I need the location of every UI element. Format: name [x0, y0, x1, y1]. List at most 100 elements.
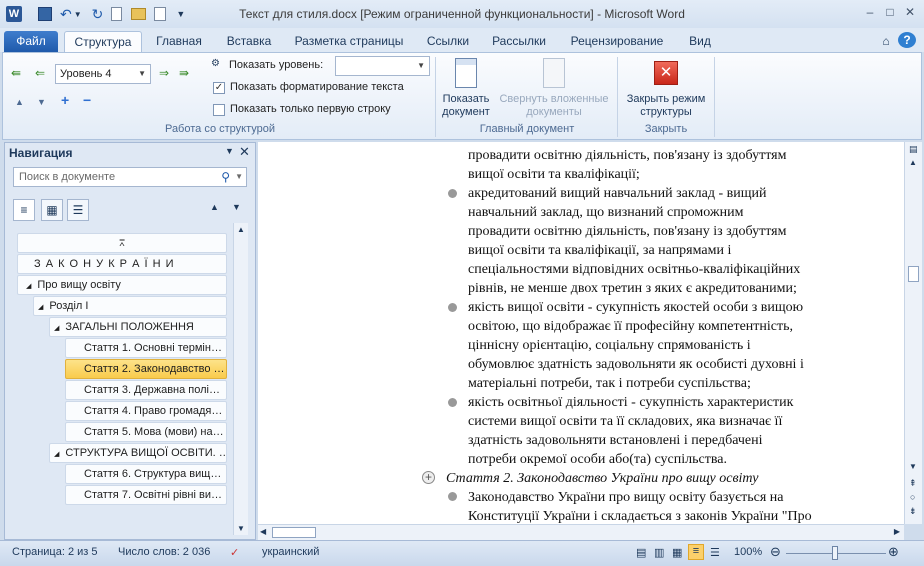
show-level-label: Показать уровень:	[229, 59, 324, 71]
scroll-up-icon[interactable]: ▲	[237, 225, 245, 234]
outline-bullet-icon[interactable]	[448, 189, 457, 198]
close-pane-icon[interactable]: ✕	[239, 144, 250, 160]
results-view-tab-icon[interactable]: ☰	[67, 199, 89, 221]
tab-review[interactable]: Рецензирование	[564, 31, 670, 52]
document-horizontal-scrollbar[interactable]: ◀ ▶	[258, 524, 904, 540]
outline-bullet-icon[interactable]	[448, 303, 457, 312]
text-line: акредитований вищий навчальний заклад - …	[468, 186, 767, 201]
full-screen-reading-view-icon[interactable]: ▥	[654, 546, 664, 559]
draft-view-icon[interactable]: ☰	[710, 546, 720, 559]
text-line: потреби окремої особи або(та) суспільств…	[468, 452, 727, 467]
heading-item[interactable]: ◢ ЗАГАЛЬНІ ПОЛОЖЕННЯ	[49, 317, 227, 337]
tab-home[interactable]: Главная	[150, 31, 208, 52]
move-up-icon[interactable]: ▲	[15, 96, 24, 108]
print-layout-view-icon[interactable]: ▤	[636, 546, 646, 559]
expand-icon[interactable]: +	[61, 93, 69, 107]
text-line: здатність задовольняти встановлені і пер…	[468, 433, 763, 448]
window-title: Текст для стиля.docx [Режим ограниченной…	[239, 7, 685, 21]
scroll-to-top-item[interactable]: ⩞	[17, 233, 227, 253]
tab-page-layout[interactable]: Разметка страницы	[290, 31, 408, 52]
outline-bullet-icon[interactable]	[448, 398, 457, 407]
heading-item[interactable]: Стаття 7. Освітні рівні ви…	[65, 485, 227, 505]
pane-options-icon[interactable]: ▼	[225, 146, 234, 156]
zoom-out-icon[interactable]: ⊖	[770, 544, 781, 560]
collapse-icon[interactable]: −	[83, 93, 91, 107]
move-down-icon[interactable]: ▼	[37, 96, 46, 108]
scroll-down-icon[interactable]: ▼	[237, 524, 245, 533]
show-document-button[interactable]: Показать документ	[439, 55, 493, 121]
text-line: якість освітньої діяльності - сукупність…	[468, 395, 794, 410]
horizontal-scroll-thumb[interactable]	[272, 527, 316, 538]
show-formatting-checkbox[interactable]: ✓	[213, 82, 225, 94]
scroll-thumb[interactable]	[908, 266, 919, 282]
scroll-up-icon[interactable]: ▲	[909, 158, 917, 167]
heading-item-selected[interactable]: Стаття 2. Законодавство …	[65, 359, 227, 379]
text-line: рівнів, не менше двох третин з яких є ак…	[468, 281, 797, 296]
promote-to-heading1-icon[interactable]: ⇚	[11, 67, 21, 79]
headings-view-tab-icon[interactable]: ≡	[13, 199, 35, 221]
expand-triangle-icon[interactable]: ◢	[54, 325, 59, 332]
promote-icon[interactable]: ⇐	[35, 67, 45, 79]
expand-triangle-icon[interactable]: ◢	[38, 304, 43, 311]
scroll-left-icon[interactable]: ◀	[260, 527, 266, 536]
next-heading-icon[interactable]: ▼	[232, 202, 241, 212]
zoom-level[interactable]: 100%	[734, 546, 762, 558]
heading-item[interactable]: З А К О Н У К Р А Ї Н И	[17, 254, 227, 274]
document-vertical-scrollbar[interactable]: ▤ ▲ ▼ ⇞ ○ ⇟	[904, 142, 922, 524]
tab-references[interactable]: Ссылки	[420, 31, 476, 52]
document-area[interactable]: провадити освітню діяльність, пов'язану …	[258, 142, 904, 524]
heading-item[interactable]: ◢ Розділ І	[33, 296, 227, 316]
close-window-button[interactable]: ✕	[900, 5, 920, 21]
navigation-scrollbar[interactable]: ▲ ▼	[233, 223, 248, 535]
first-line-only-checkbox[interactable]	[213, 104, 225, 116]
language-indicator[interactable]: украинский	[262, 546, 319, 558]
tab-view[interactable]: Вид	[682, 31, 718, 52]
text-line: освітою, що відображає її професійну ком…	[468, 319, 794, 334]
tab-mailings[interactable]: Рассылки	[488, 31, 550, 52]
next-page-icon[interactable]: ⇟	[909, 506, 917, 517]
heading-item[interactable]: Стаття 1. Основні термін…	[65, 338, 227, 358]
demote-to-body-text-icon[interactable]: ⇛	[179, 67, 189, 79]
expand-triangle-icon[interactable]: ◢	[54, 451, 59, 458]
scroll-right-icon[interactable]: ▶	[894, 527, 900, 536]
text-line: Конституції України і складається з зако…	[468, 509, 812, 524]
pages-view-tab-icon[interactable]: ▦	[41, 199, 63, 221]
maximize-button[interactable]: □	[880, 5, 900, 21]
outline-view-icon[interactable]: ≡	[688, 544, 704, 560]
page-indicator[interactable]: Страница: 2 из 5	[12, 546, 98, 558]
search-icon[interactable]: ⚲	[221, 168, 230, 186]
zoom-slider-thumb[interactable]	[832, 546, 838, 560]
outline-bullet-icon[interactable]	[448, 492, 457, 501]
help-icon[interactable]: ?	[898, 32, 916, 48]
ruler-toggle-icon[interactable]: ▤	[909, 144, 918, 155]
heading-item[interactable]: ◢ Про вищу освіту	[17, 275, 227, 295]
outline-level-dropdown[interactable]: Уровень 4 ▼	[55, 64, 151, 84]
heading-item[interactable]: Стаття 3. Державна полі…	[65, 380, 227, 400]
minimize-button[interactable]: ‒	[860, 5, 880, 21]
demote-icon[interactable]: ⇒	[159, 67, 169, 79]
expand-heading-plus-icon[interactable]: +	[422, 471, 435, 484]
heading-item[interactable]: Стаття 5. Мова (мови) на…	[65, 422, 227, 442]
previous-page-icon[interactable]: ⇞	[909, 478, 917, 489]
expand-triangle-icon[interactable]: ◢	[26, 283, 31, 290]
heading-item[interactable]: Стаття 6. Структура вищ…	[65, 464, 227, 484]
browse-object-icon[interactable]: ○	[910, 492, 915, 502]
show-level-dropdown[interactable]: ▼	[335, 56, 430, 76]
heading-item[interactable]: Стаття 4. Право громадя…	[65, 401, 227, 421]
previous-heading-icon[interactable]: ▲	[210, 202, 219, 212]
word-count[interactable]: Число слов: 2 036	[118, 546, 210, 558]
scroll-down-icon[interactable]: ▼	[909, 462, 917, 471]
tab-insert[interactable]: Вставка	[220, 31, 278, 52]
zoom-in-icon[interactable]: ⊕	[888, 544, 899, 560]
heading-item[interactable]: ◢ СТРУКТУРА ВИЩОЇ ОСВІТИ. …	[49, 443, 227, 463]
heading-item-label: Стаття 2. Законодавство …	[84, 363, 225, 375]
tab-outline[interactable]: Структура	[64, 31, 142, 52]
help-collapse-icon[interactable]: ⌂	[878, 31, 894, 52]
proofing-icon[interactable]: ✓	[230, 546, 239, 559]
web-layout-view-icon[interactable]: ▦	[672, 546, 682, 559]
tab-file[interactable]: Файл	[4, 31, 58, 52]
close-outline-view-button[interactable]: ✕ Закрыть режим структуры	[619, 55, 713, 121]
search-options-icon[interactable]: ▼	[235, 168, 243, 186]
search-document-input[interactable]: Поиск в документе ⚲ ▼	[13, 167, 247, 187]
collapse-subdocuments-button[interactable]: Свернуть вложенные документы	[495, 55, 613, 121]
